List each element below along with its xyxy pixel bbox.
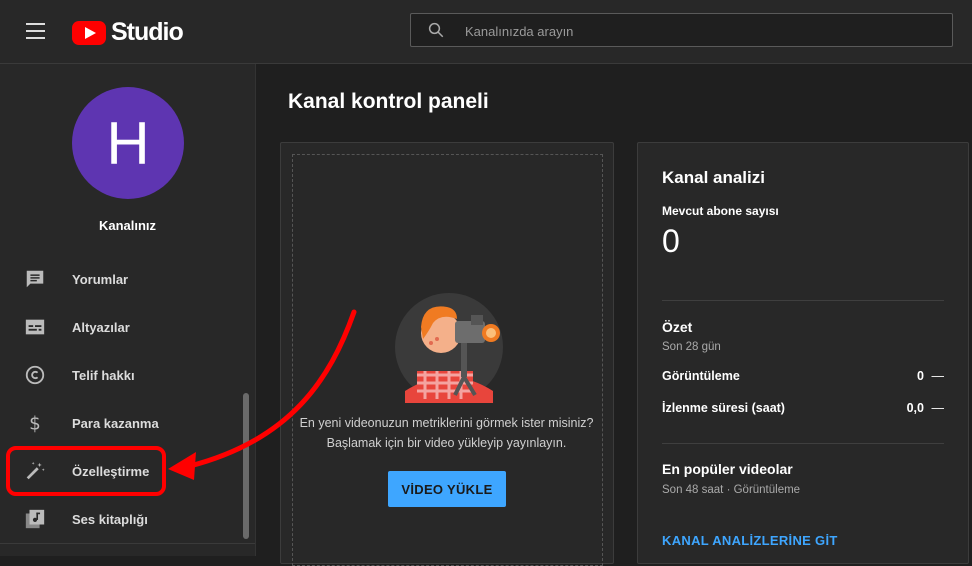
summary-title: Özet (662, 319, 693, 335)
top-videos-title: En popüler videolar (662, 461, 793, 477)
sidebar-item-label: Özelleştirme (72, 463, 150, 479)
dollar-icon: $ (29, 413, 41, 434)
sidebar-item-label: Yorumlar (72, 271, 129, 287)
sidebar-item-customization[interactable]: Özelleştirme (0, 447, 240, 495)
upload-prompt-line2: Başlamak için bir video yükleyip yayınla… (326, 436, 567, 450)
sidebar-item-copyright[interactable]: Telif hakkı (0, 351, 240, 399)
logo-text: Studio (111, 18, 184, 46)
subscribers-label: Mevcut abone sayısı (662, 204, 779, 218)
magic-wand-icon (26, 461, 45, 480)
subscribers-count: 0 (662, 223, 680, 259)
divider (662, 300, 944, 301)
search-box[interactable] (410, 13, 953, 48)
watch-time-trend: — (931, 401, 945, 415)
youtube-play-icon (72, 20, 106, 45)
sidebar-item-audio-library[interactable]: Ses kitaplığı (0, 495, 240, 543)
youtube-studio-logo[interactable]: Studio (72, 18, 184, 47)
search-icon (428, 22, 444, 38)
audio-library-icon (25, 509, 45, 529)
views-label: Görüntüleme (662, 369, 740, 383)
copyright-icon (25, 365, 45, 385)
divider (662, 443, 944, 444)
summary-period: Son 28 gün (662, 341, 721, 353)
upload-card: En yeni videonuzun metriklerini görmek i… (280, 142, 614, 566)
watch-time-value: 0,0 (906, 401, 924, 415)
upload-video-button[interactable]: VİDEO YÜKLE (388, 471, 506, 507)
subtitles-icon (25, 319, 45, 335)
sidebar-scrollbar[interactable] (243, 393, 249, 539)
sidebar-item-comments[interactable]: Yorumlar (0, 255, 240, 303)
go-to-analytics-link[interactable]: KANAL ANALİZLERİNE GİT (662, 533, 838, 548)
page-title: Kanal kontrol paneli (288, 90, 489, 113)
sidebar-divider (0, 543, 255, 544)
upload-prompt-line1: En yeni videonuzun metriklerini görmek i… (299, 416, 594, 430)
channel-analytics-card: Kanal analizi Mevcut abone sayısı 0 Özet… (637, 142, 969, 564)
search-input[interactable] (463, 14, 937, 48)
channel-label: Kanalınız (98, 218, 157, 233)
views-trend: — (931, 369, 945, 383)
analytics-title: Kanal analizi (662, 168, 765, 187)
avatar[interactable]: H (72, 87, 184, 199)
comment-icon (26, 270, 44, 288)
sidebar: H Kanalınız Yorumlar Altyazılar Telif ha… (0, 64, 256, 556)
hamburger-menu-icon[interactable] (22, 19, 50, 43)
top-bar: Studio (0, 0, 972, 64)
upload-prompt-text: En yeni videonuzun metriklerini görmek i… (281, 413, 612, 453)
sidebar-item-label: Ses kitaplığı (72, 511, 148, 527)
views-value: 0 (917, 369, 924, 383)
sidebar-item-label: Para kazanma (72, 415, 159, 431)
sidebar-item-label: Telif hakkı (72, 367, 135, 383)
svg-text:$: $ (29, 413, 41, 434)
sidebar-item-subtitles[interactable]: Altyazılar (0, 303, 240, 351)
cameraman-illustration (395, 293, 503, 403)
sidebar-item-monetization[interactable]: $ Para kazanma (0, 399, 240, 447)
top-videos-period: Son 48 saat · Görüntüleme (662, 484, 801, 496)
sidebar-item-label: Altyazılar (72, 319, 130, 335)
watch-time-label: İzlenme süresi (saat) (662, 401, 785, 415)
